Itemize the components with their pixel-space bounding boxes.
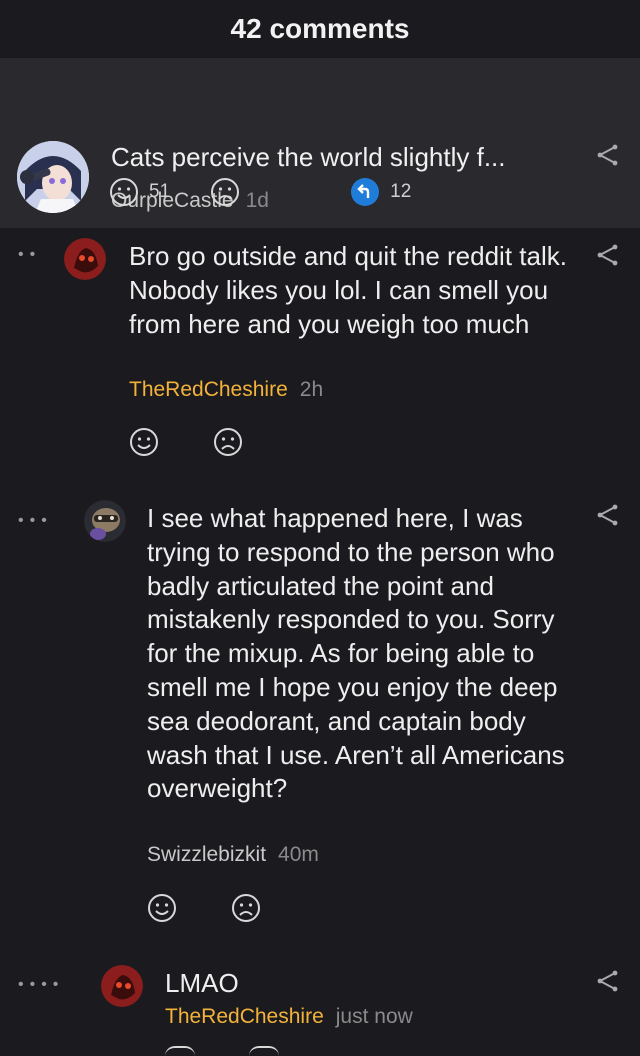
- comment-time: 2h: [299, 378, 324, 401]
- vote-buttons: [147, 893, 261, 923]
- thread-depth-dots: ••••: [18, 976, 65, 993]
- author-name[interactable]: Swizzlebizkit: [147, 843, 266, 866]
- comment-author: TheRedCheshire 2h: [129, 378, 323, 402]
- comment-author: Swizzlebizkit 40m: [147, 843, 319, 867]
- anime-avatar-icon: [17, 141, 89, 213]
- upvote-smile-icon[interactable]: [109, 177, 139, 207]
- comment-author: TheRedCheshire just now: [165, 1005, 413, 1029]
- comment-text: I see what happened here, I was trying t…: [147, 503, 565, 804]
- share-icon[interactable]: [596, 970, 620, 992]
- comment-time: just now: [335, 1005, 413, 1028]
- downvote-frown-icon[interactable]: [210, 177, 240, 207]
- red-cat-avatar-icon: [101, 965, 143, 1007]
- post-actions: 51 12: [109, 177, 411, 207]
- commenter-avatar[interactable]: [101, 965, 143, 1007]
- share-icon[interactable]: [596, 144, 620, 166]
- downvote-frown-icon[interactable]: [213, 427, 243, 457]
- author-name[interactable]: TheRedCheshire: [129, 378, 288, 401]
- user-avatar[interactable]: [17, 141, 89, 213]
- downvote-frown-icon[interactable]: [231, 893, 261, 923]
- raccoon-avatar-icon: [84, 500, 126, 542]
- upvote-smile-icon[interactable]: [165, 1046, 195, 1056]
- commenter-avatar[interactable]: [64, 238, 106, 280]
- commenter-avatar[interactable]: [84, 500, 126, 542]
- thread-depth-dots: ••: [18, 246, 42, 263]
- comment-text: Bro go outside and quit the reddit talk.…: [129, 241, 567, 339]
- comment-text: LMAO: [165, 968, 239, 998]
- share-icon[interactable]: [596, 504, 620, 526]
- post-title[interactable]: Cats perceive the world slightly f...: [111, 142, 506, 173]
- share-icon[interactable]: [596, 244, 620, 266]
- thread-depth-dots: •••: [18, 512, 53, 529]
- downvote-frown-icon[interactable]: [249, 1046, 279, 1056]
- upvote-smile-icon[interactable]: [147, 893, 177, 923]
- comment-time: 40m: [278, 843, 319, 866]
- reply-icon[interactable]: [350, 177, 380, 207]
- vote-buttons-partial: [165, 1046, 279, 1056]
- vote-buttons: [129, 427, 243, 457]
- upvote-smile-icon[interactable]: [129, 427, 159, 457]
- comments-count-header: 42 comments: [230, 13, 410, 44]
- author-name[interactable]: TheRedCheshire: [165, 1005, 324, 1028]
- reply-count: 12: [390, 181, 412, 202]
- upvote-count: 51: [149, 181, 171, 202]
- red-cat-avatar-icon: [64, 238, 106, 280]
